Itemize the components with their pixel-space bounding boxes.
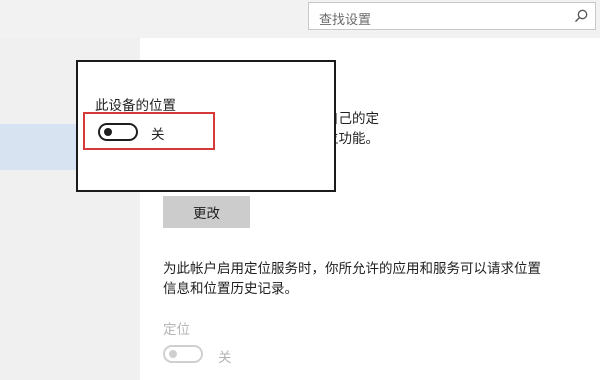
location-info-line2: 信息和位置历史记录。 (163, 281, 298, 297)
search-input[interactable]: 查找设置 (319, 9, 371, 28)
search-icon[interactable] (573, 8, 589, 24)
toggle-knob (169, 350, 177, 358)
device-location-dialog: 此设备的位置 关 (76, 60, 336, 192)
location-toggle-state: 关 (218, 350, 232, 366)
device-location-toggle[interactable] (98, 123, 138, 141)
search-box[interactable]: 查找设置 (308, 2, 596, 30)
device-location-toggle-state: 关 (151, 127, 165, 143)
location-info-line1: 为此帐户启用定位服务时，你所允许的应用和服务可以请求位置 (163, 261, 541, 277)
location-label: 定位 (163, 322, 190, 338)
change-button[interactable]: 更改 (163, 196, 250, 228)
top-bar: 查找设置 (0, 0, 600, 38)
dialog-title: 此设备的位置 (95, 98, 176, 114)
location-toggle (163, 345, 203, 363)
toggle-knob (104, 128, 112, 136)
